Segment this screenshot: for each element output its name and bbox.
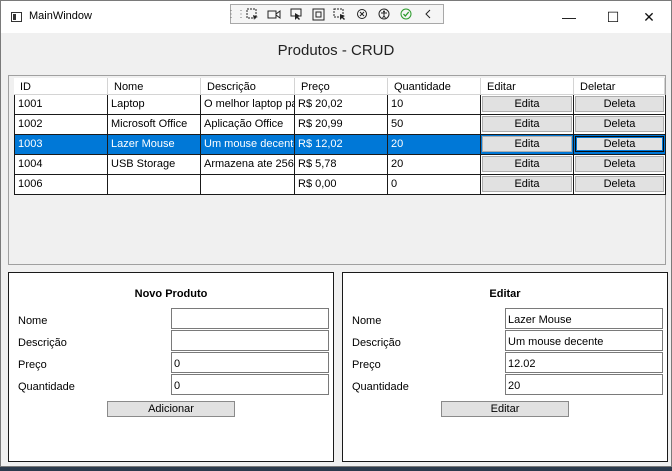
- page-title: Produtos - CRUD: [277, 42, 395, 59]
- cell-deletar: Deleta: [574, 95, 666, 115]
- quantidade-label: Quantidade: [18, 381, 75, 393]
- cell-quantidade[interactable]: 10: [388, 95, 481, 115]
- descricao-label: Descrição: [352, 337, 401, 349]
- delete-row-button[interactable]: Deleta: [575, 96, 664, 112]
- cell-id[interactable]: 1003: [14, 135, 108, 155]
- cell-preco[interactable]: R$ 0,00: [295, 175, 388, 195]
- cell-descricao[interactable]: [201, 175, 295, 195]
- cell-editar: Edita: [481, 175, 574, 195]
- cell-nome[interactable]: [108, 175, 201, 195]
- products-datagrid[interactable]: ID Nome Descrição Preço Quantidade Edita…: [8, 75, 666, 265]
- new-quantidade-input[interactable]: [171, 374, 329, 395]
- new-product-title: Novo Produto: [134, 288, 208, 300]
- cell-editar: Edita: [481, 155, 574, 175]
- delete-row-button[interactable]: Deleta: [575, 116, 664, 132]
- edit-row-button[interactable]: Edita: [482, 136, 572, 152]
- cell-descricao[interactable]: Um mouse decente: [201, 135, 295, 155]
- cell-nome[interactable]: Lazer Mouse: [108, 135, 201, 155]
- cell-nome[interactable]: Laptop: [108, 95, 201, 115]
- window-title: MainWindow: [29, 10, 92, 22]
- check-icon[interactable]: [395, 5, 417, 23]
- accessibility-icon[interactable]: [373, 5, 395, 23]
- new-descricao-input[interactable]: [171, 330, 329, 351]
- collapse-icon[interactable]: [417, 5, 439, 23]
- edit-descricao-input[interactable]: [505, 330, 663, 351]
- cell-quantidade[interactable]: 20: [388, 135, 481, 155]
- edit-row-button[interactable]: Edita: [482, 176, 572, 192]
- column-header-id[interactable]: ID: [14, 78, 108, 95]
- minimize-button[interactable]: —: [549, 1, 589, 33]
- cell-descricao[interactable]: Armazena ate 256G: [201, 155, 295, 175]
- main-window: MainWindow ⋮⋮ — ☐ ✕ Produtos - CRUD ID N…: [0, 0, 672, 467]
- cell-id[interactable]: 1006: [14, 175, 108, 195]
- cell-nome[interactable]: Microsoft Office: [108, 115, 201, 135]
- descricao-label: Descrição: [18, 337, 67, 349]
- video-icon[interactable]: [263, 5, 285, 23]
- column-header-nome[interactable]: Nome: [108, 78, 201, 95]
- new-preco-input[interactable]: [171, 352, 329, 373]
- column-header-deletar[interactable]: Deletar: [574, 78, 665, 95]
- preco-label: Preço: [352, 359, 381, 371]
- quantidade-label: Quantidade: [352, 381, 409, 393]
- nome-label: Nome: [352, 315, 382, 327]
- edit-product-panel: Editar Nome Descrição Preço Quantidade E…: [342, 272, 668, 462]
- edit-preco-input[interactable]: [505, 352, 663, 373]
- desktop-background: [0, 467, 672, 471]
- cell-deletar: Deleta: [574, 115, 666, 135]
- column-header-quantidade[interactable]: Quantidade: [388, 78, 481, 95]
- maximize-button[interactable]: ☐: [593, 1, 633, 33]
- delete-row-button[interactable]: Deleta: [575, 156, 664, 172]
- delete-row-button[interactable]: Deleta: [575, 136, 664, 152]
- nome-label: Nome: [18, 315, 48, 327]
- select-element-icon[interactable]: [241, 5, 263, 23]
- cell-quantidade[interactable]: 0: [388, 175, 481, 195]
- edit-row-button[interactable]: Edita: [482, 96, 572, 112]
- cell-id[interactable]: 1001: [14, 95, 108, 115]
- edit-product-button[interactable]: Editar: [441, 401, 569, 417]
- cell-descricao[interactable]: Aplicação Office: [201, 115, 295, 135]
- hot-reload-icon[interactable]: [351, 5, 373, 23]
- cell-editar: Edita: [481, 95, 574, 115]
- cell-descricao[interactable]: O melhor laptop pa: [201, 95, 295, 115]
- layout-icon[interactable]: [307, 5, 329, 23]
- edit-quantidade-input[interactable]: [505, 374, 663, 395]
- edit-row-button[interactable]: Edita: [482, 116, 572, 132]
- cell-deletar: Deleta: [574, 155, 666, 175]
- column-header-editar[interactable]: Editar: [481, 78, 574, 95]
- track-focus-icon[interactable]: [329, 5, 351, 23]
- cell-deletar: Deleta: [574, 175, 666, 195]
- title-bar[interactable]: MainWindow ⋮⋮ — ☐ ✕: [1, 1, 671, 33]
- cell-editar: Edita: [481, 135, 574, 155]
- cell-preco[interactable]: R$ 20,02: [295, 95, 388, 115]
- cell-quantidade[interactable]: 50: [388, 115, 481, 135]
- cell-preco[interactable]: R$ 12,02: [295, 135, 388, 155]
- delete-row-button[interactable]: Deleta: [575, 176, 664, 192]
- cell-preco[interactable]: R$ 5,78: [295, 155, 388, 175]
- cell-deletar: Deleta: [574, 135, 666, 155]
- new-product-panel: Novo Produto Nome Descrição Preço Quanti…: [8, 272, 334, 462]
- cell-id[interactable]: 1004: [14, 155, 108, 175]
- edit-product-title: Editar: [489, 288, 521, 300]
- cell-quantidade[interactable]: 20: [388, 155, 481, 175]
- app-icon: [11, 12, 22, 22]
- cell-nome[interactable]: USB Storage: [108, 155, 201, 175]
- edit-row-button[interactable]: Edita: [482, 156, 572, 172]
- xaml-debug-toolbar: ⋮⋮: [226, 4, 444, 24]
- edit-nome-input[interactable]: [505, 308, 663, 329]
- add-product-button[interactable]: Adicionar: [107, 401, 235, 417]
- column-header-descricao[interactable]: Descrição: [201, 78, 295, 95]
- preco-label: Preço: [18, 359, 47, 371]
- grip-icon[interactable]: ⋮⋮: [226, 5, 246, 23]
- cell-preco[interactable]: R$ 20,99: [295, 115, 388, 135]
- cell-id[interactable]: 1002: [14, 115, 108, 135]
- cell-editar: Edita: [481, 115, 574, 135]
- pointer-icon[interactable]: [285, 5, 307, 23]
- column-header-preco[interactable]: Preço: [295, 78, 388, 95]
- new-nome-input[interactable]: [171, 308, 329, 329]
- close-button[interactable]: ✕: [629, 1, 669, 33]
